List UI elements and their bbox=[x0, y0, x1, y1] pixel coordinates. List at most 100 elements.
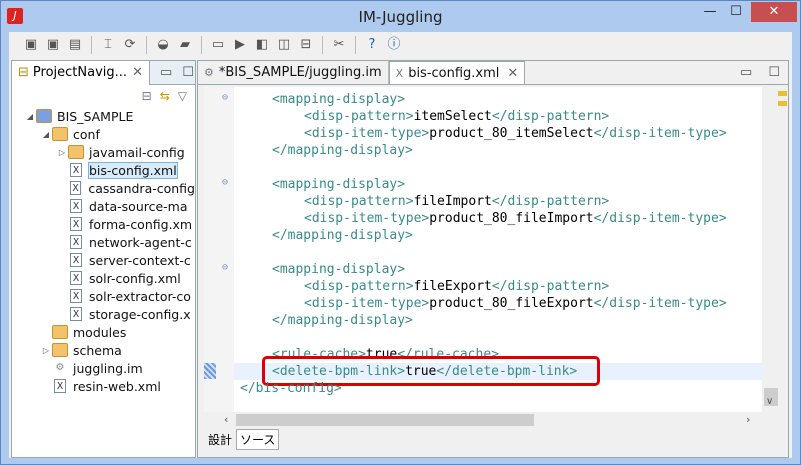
code-line: </mapping-display> bbox=[272, 142, 413, 159]
tree-item[interactable]: Xcassandra-config bbox=[12, 179, 195, 197]
xml-tag: <disp-pattern> bbox=[304, 194, 414, 209]
editor-area: ⚙ *BIS_SAMPLE/juggling.im Xbis-config.xml ✕… bbox=[197, 60, 789, 458]
xml-tag: <mapping-display> bbox=[272, 262, 406, 277]
minimize-button[interactable]: — bbox=[697, 2, 723, 22]
twisty-icon[interactable]: ▷ bbox=[40, 346, 52, 355]
maximize-button[interactable]: ☐ bbox=[723, 2, 749, 22]
save-all-icon[interactable]: ▤ bbox=[65, 35, 85, 55]
twisty-icon[interactable]: ◢ bbox=[24, 112, 36, 121]
tree-item[interactable]: Xdata-source-ma bbox=[12, 197, 195, 215]
save-icon[interactable]: ▣ bbox=[21, 35, 41, 55]
scroll-down-icon[interactable]: ∨ bbox=[766, 396, 773, 407]
code-editor[interactable]: ⊖ <mapping-display> <disp-pattern>itemSele… bbox=[204, 87, 762, 412]
code-line: <disp-item-type>product_80_fileExport</d… bbox=[304, 295, 727, 312]
tree-item[interactable]: modules bbox=[12, 323, 195, 341]
help-icon[interactable]: ? bbox=[362, 35, 382, 55]
scroll-right-icon[interactable]: › bbox=[746, 413, 750, 426]
tools-icon[interactable]: ✂ bbox=[329, 35, 349, 55]
xml-tag: <delete-bpm-link> bbox=[272, 364, 406, 379]
line-marker bbox=[204, 363, 216, 379]
xml-tag: <disp-item-type> bbox=[304, 211, 430, 226]
title-bar: J IM-Juggling — ☐ ✕ bbox=[1, 1, 800, 33]
overview-marker[interactable] bbox=[778, 91, 787, 96]
tree-item[interactable]: Xsolr-extractor-co bbox=[12, 287, 195, 305]
bottom-tab[interactable]: 設計 bbox=[204, 429, 237, 450]
navigator-icon: ⊟ bbox=[18, 65, 29, 80]
tree-item-label: modules bbox=[73, 324, 127, 340]
overview-marker[interactable] bbox=[778, 101, 787, 106]
xml-file-icon: X bbox=[70, 307, 82, 321]
close-button[interactable]: ✕ bbox=[751, 2, 797, 22]
xml-file-icon: X bbox=[70, 199, 82, 213]
element-value: true bbox=[405, 364, 437, 379]
build-icon[interactable]: ⌶ bbox=[98, 35, 118, 55]
editor-tab[interactable]: Xbis-config.xml ✕ bbox=[388, 61, 526, 84]
tree-item[interactable]: ⚙ juggling.im bbox=[12, 359, 195, 377]
fold-toggle-icon[interactable]: ⊖ bbox=[222, 262, 228, 273]
tree-item[interactable]: Xserver-context-c bbox=[12, 251, 195, 269]
fold-toggle-icon[interactable]: ⊖ bbox=[222, 177, 228, 188]
gear-icon: ⚙ bbox=[204, 66, 214, 79]
maximize-view-button[interactable]: ☐ bbox=[182, 65, 194, 80]
window-icon[interactable]: ◫ bbox=[274, 35, 294, 55]
monitor-icon[interactable]: ▭ bbox=[208, 35, 228, 55]
xml-tag: <mapping-display> bbox=[272, 92, 406, 107]
dashboard-icon[interactable]: ◒ bbox=[153, 35, 173, 55]
tree-item[interactable]: Xresin-web.xml bbox=[12, 377, 195, 395]
debug-icon[interactable]: ◧ bbox=[252, 35, 272, 55]
fold-toggle-icon[interactable]: ⊖ bbox=[222, 92, 228, 103]
horizontal-scrollbar[interactable]: ‹ › bbox=[204, 412, 762, 428]
folder-icon bbox=[52, 127, 68, 141]
element-value: product_80_fileImport bbox=[429, 211, 594, 226]
toolbar-separator bbox=[201, 36, 202, 54]
toolbar-separator bbox=[91, 36, 92, 54]
folder-icon bbox=[52, 325, 68, 339]
collapse-all-icon[interactable]: ⊟ bbox=[142, 89, 152, 103]
tree-item[interactable]: Xsolr-config.xml bbox=[12, 269, 195, 287]
open-folder-icon[interactable]: ▰ bbox=[175, 35, 195, 55]
vertical-scrollbar[interactable]: ∨ bbox=[762, 87, 779, 412]
refresh-icon[interactable]: ⟳ bbox=[120, 35, 140, 55]
editor-tab[interactable]: ⚙ *BIS_SAMPLE/juggling.im bbox=[198, 61, 389, 84]
view-menu-icon[interactable]: ▽ bbox=[178, 89, 187, 103]
tree-item[interactable]: ◢ conf bbox=[12, 125, 195, 143]
minimize-view-button[interactable]: ▭ bbox=[160, 65, 172, 80]
xml-file-icon: X bbox=[70, 253, 82, 267]
save-as-icon[interactable]: ▣ bbox=[43, 35, 63, 55]
run-icon[interactable]: ▶ bbox=[230, 35, 250, 55]
tree-item-label: juggling.im bbox=[73, 360, 143, 376]
close-tab-icon[interactable]: ✕ bbox=[132, 65, 143, 80]
xml-file-icon: X bbox=[54, 379, 66, 393]
maximize-editor-button[interactable]: ☐ bbox=[760, 65, 788, 84]
tab-label: bis-config.xml bbox=[408, 65, 500, 81]
tree-item[interactable]: ◢ BIS_SAMPLE bbox=[12, 107, 195, 125]
tree-item[interactable]: Xstorage-config.x bbox=[12, 305, 195, 323]
scroll-left-icon[interactable]: ‹ bbox=[224, 413, 228, 426]
bottom-tab[interactable]: ソース bbox=[236, 429, 280, 450]
xml-file-icon: X bbox=[69, 181, 82, 195]
minimize-editor-button[interactable]: ▭ bbox=[732, 65, 760, 84]
project-icon bbox=[36, 109, 52, 123]
twisty-icon[interactable]: ◢ bbox=[40, 130, 52, 139]
xml-tag: </disp-item-type> bbox=[593, 126, 727, 141]
link-editor-icon[interactable]: ⇆ bbox=[160, 89, 170, 103]
tree-item[interactable]: Xnetwork-agent-c bbox=[12, 233, 195, 251]
tree-item[interactable]: ▷ javamail-config bbox=[12, 143, 195, 161]
hierarchy-icon[interactable]: ⊟ bbox=[296, 35, 316, 55]
close-tab-icon[interactable]: ✕ bbox=[507, 66, 518, 81]
toolbar-separator bbox=[355, 36, 356, 54]
tree-item[interactable]: ▷ schema bbox=[12, 341, 195, 359]
tree-item-label: solr-config.xml bbox=[89, 270, 181, 286]
info-icon[interactable]: ⓘ bbox=[384, 35, 404, 55]
tree-item-label: server-context-c bbox=[89, 252, 191, 268]
code-line: <mapping-display> bbox=[272, 261, 405, 278]
tree-item-label: BIS_SAMPLE bbox=[57, 108, 134, 124]
xml-tag: <mapping-display> bbox=[272, 177, 406, 192]
tab-project-navigator[interactable]: ⊟ ProjectNavig... ✕ bbox=[12, 60, 150, 85]
twisty-icon[interactable]: ▷ bbox=[56, 148, 68, 157]
xml-tag: </mapping-display> bbox=[272, 143, 413, 158]
tree-item[interactable]: Xbis-config.xml bbox=[12, 161, 195, 179]
h-scroll-thumb[interactable] bbox=[236, 414, 534, 426]
tree-item[interactable]: Xforma-config.xm bbox=[12, 215, 195, 233]
window-title: IM-Juggling bbox=[358, 8, 443, 26]
